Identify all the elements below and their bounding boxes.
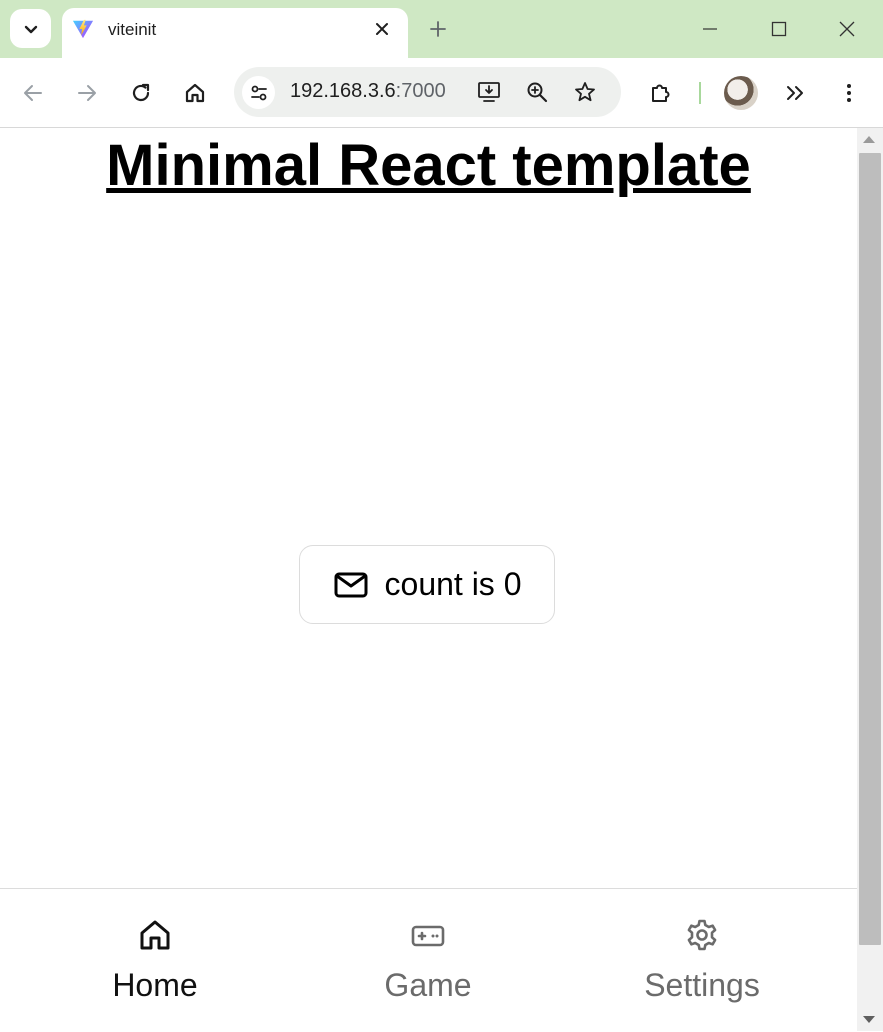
close-window-button[interactable] xyxy=(830,12,864,46)
nav-item-home[interactable]: Home xyxy=(55,889,255,1032)
url-port: :7000 xyxy=(395,80,446,102)
nav-label-home: Home xyxy=(112,967,198,1003)
forward-button[interactable] xyxy=(72,78,102,108)
settings-icon xyxy=(687,919,717,951)
tab-strip: viteinit xyxy=(0,0,883,58)
site-info-button[interactable] xyxy=(242,76,275,109)
puzzle-icon xyxy=(652,84,670,102)
tab-close-button[interactable] xyxy=(370,17,394,41)
minimize-button[interactable] xyxy=(693,12,727,46)
nav-item-game[interactable]: Game xyxy=(328,889,528,1032)
mail-icon xyxy=(334,572,368,597)
install-icon xyxy=(478,82,500,102)
close-icon xyxy=(376,23,388,35)
tab-title: viteinit xyxy=(108,20,157,39)
vite-logo-icon xyxy=(72,19,94,39)
browser-menu-button[interactable] xyxy=(834,78,864,108)
new-tab-button[interactable] xyxy=(423,14,453,44)
gamepad-icon xyxy=(411,925,445,947)
back-button[interactable] xyxy=(18,78,48,108)
bookmark-button[interactable] xyxy=(570,77,600,107)
browser-toolbar: 192.168.3.6:7000 xyxy=(0,58,883,128)
maximize-icon xyxy=(771,21,787,37)
nav-item-settings[interactable]: Settings xyxy=(602,889,802,1032)
chevron-down-icon xyxy=(24,25,37,33)
url-text[interactable]: 192.168.3.6:7000 xyxy=(290,80,446,103)
home-browser-icon xyxy=(185,83,205,103)
vertical-scrollbar[interactable] xyxy=(857,128,883,1031)
plus-icon xyxy=(430,21,446,37)
page-viewport: Minimal React template count is 0 Home G… xyxy=(0,128,857,1032)
nav-label-settings: Settings xyxy=(644,967,760,1003)
star-icon xyxy=(575,82,595,102)
active-tab[interactable]: viteinit xyxy=(62,8,408,58)
install-app-button[interactable] xyxy=(474,77,504,107)
minimize-icon xyxy=(703,28,717,30)
address-bar[interactable]: 192.168.3.6:7000 xyxy=(234,67,621,117)
scroll-down-arrow[interactable] xyxy=(863,1016,875,1023)
kebab-menu-icon xyxy=(847,84,851,102)
arrow-right-icon xyxy=(78,85,96,101)
home-icon xyxy=(140,920,170,950)
count-button[interactable]: count is 0 xyxy=(299,545,555,624)
nav-label-game: Game xyxy=(384,967,472,1003)
maximize-button[interactable] xyxy=(762,12,796,46)
scroll-up-arrow[interactable] xyxy=(863,136,875,143)
tab-search-button[interactable] xyxy=(10,9,51,48)
zoom-button[interactable] xyxy=(522,77,552,107)
scroll-thumb[interactable] xyxy=(859,153,881,945)
reload-button[interactable] xyxy=(126,78,156,108)
page-title: Minimal React template xyxy=(106,133,751,198)
bottom-navigation: Home Game Settings xyxy=(0,888,857,1032)
zoom-in-icon xyxy=(527,82,548,103)
toolbar-divider xyxy=(699,82,701,104)
url-host: 192.168.3.6 xyxy=(290,80,396,102)
extensions-button[interactable] xyxy=(646,78,676,108)
more-extensions-button[interactable] xyxy=(780,78,810,108)
reload-icon xyxy=(132,83,150,102)
count-label: count is 0 xyxy=(384,566,522,602)
double-chevron-right-icon xyxy=(787,86,803,100)
home-browser-button[interactable] xyxy=(180,78,210,108)
profile-avatar[interactable] xyxy=(724,76,758,110)
arrow-left-icon xyxy=(24,85,42,101)
close-window-icon xyxy=(839,21,855,37)
tune-icon xyxy=(250,85,267,100)
